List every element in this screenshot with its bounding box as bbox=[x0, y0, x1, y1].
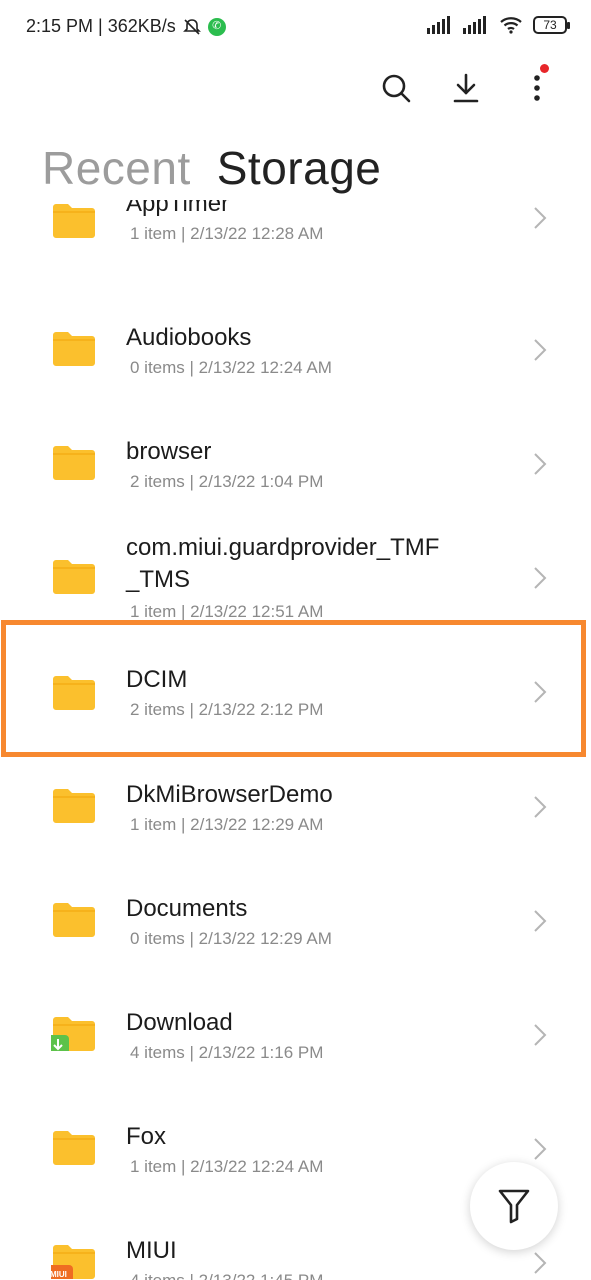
folder-name: com.miui.guardprovider_TMF bbox=[126, 534, 440, 561]
folder-name: Documents bbox=[126, 895, 248, 922]
chevron-right-icon bbox=[534, 681, 547, 703]
folder-meta: 1 item | 2/13/22 12:28 AM bbox=[130, 224, 324, 243]
folder-list: AppTimer 1 item | 2/13/22 12:28 AM Audio… bbox=[0, 200, 591, 1280]
toolbar bbox=[0, 64, 591, 110]
chevron-right-icon bbox=[534, 339, 547, 361]
folder-meta: 0 items | 2/13/22 12:24 AM bbox=[130, 358, 332, 377]
folder-meta: 4 items | 2/13/22 1:16 PM bbox=[130, 1043, 324, 1062]
chevron-right-icon bbox=[534, 567, 547, 589]
chevron-right-icon bbox=[534, 910, 547, 932]
folder-meta: 4 items | 2/13/22 1:45 PM bbox=[130, 1271, 323, 1280]
filter-button[interactable] bbox=[470, 1162, 558, 1250]
list-item[interactable]: Download 4 items | 2/13/22 1:16 PM bbox=[0, 979, 591, 1093]
list-item[interactable]: DkMiBrowserDemo 1 item | 2/13/22 12:29 A… bbox=[0, 751, 591, 865]
folder-icon bbox=[53, 446, 95, 480]
whatsapp-icon: ✆ bbox=[207, 17, 226, 36]
folder-icon bbox=[53, 676, 95, 710]
download-button[interactable] bbox=[446, 68, 486, 108]
tab-recent[interactable]: Recent bbox=[42, 140, 191, 196]
folder-name: Download bbox=[126, 1009, 233, 1036]
folder-name-line2: _TMS bbox=[126, 566, 191, 593]
list-item[interactable]: DCIM 2 items | 2/13/22 2:12 PM bbox=[0, 636, 591, 750]
list-item[interactable]: browser 2 items | 2/13/22 1:04 PM bbox=[0, 408, 591, 522]
status-left: 2:15 PM | 362KB/s ✆ bbox=[26, 16, 226, 37]
wifi-icon bbox=[500, 17, 522, 34]
chevron-right-icon bbox=[534, 1138, 547, 1160]
search-icon bbox=[382, 74, 411, 103]
chevron-right-icon bbox=[534, 207, 547, 229]
folder-download-icon bbox=[51, 1017, 95, 1051]
folder-icon bbox=[53, 903, 95, 937]
list-item[interactable]: Audiobooks 0 items | 2/13/22 12:24 AM bbox=[0, 294, 591, 408]
tab-bar: Recent Storage bbox=[42, 140, 381, 196]
filter-icon bbox=[498, 1189, 530, 1224]
list-item[interactable]: AppTimer 1 item | 2/13/22 12:28 AM bbox=[0, 200, 591, 294]
folder-meta: 1 item | 2/13/22 12:29 AM bbox=[130, 815, 324, 834]
folder-name: browser bbox=[126, 438, 212, 465]
status-bar: 2:15 PM | 362KB/s ✆ 73 bbox=[0, 0, 591, 56]
folder-icon bbox=[53, 204, 95, 238]
folder-meta: 2 items | 2/13/22 1:04 PM bbox=[130, 472, 324, 491]
status-right: 73 bbox=[427, 16, 570, 34]
chevron-right-icon bbox=[534, 796, 547, 818]
battery-indicator: 73 bbox=[533, 16, 570, 34]
folder-meta: 1 item | 2/13/22 12:51 AM bbox=[130, 602, 324, 621]
chevron-right-icon bbox=[534, 1252, 547, 1274]
list-item[interactable]: com.miui.guardprovider_TMF _TMS 1 item |… bbox=[0, 522, 591, 640]
list-item[interactable]: Documents 0 items | 2/13/22 12:29 AM bbox=[0, 865, 591, 979]
chevron-right-icon bbox=[534, 1024, 547, 1046]
folder-meta: 1 item | 2/13/22 12:24 AM bbox=[130, 1157, 324, 1176]
more-vertical-icon bbox=[534, 75, 540, 101]
folder-meta: 2 items | 2/13/22 2:12 PM bbox=[130, 700, 324, 719]
folder-icon bbox=[53, 332, 95, 366]
notification-dot bbox=[540, 64, 549, 73]
folder-name: DCIM bbox=[126, 666, 188, 693]
signal-icon bbox=[427, 16, 450, 34]
search-button[interactable] bbox=[376, 68, 416, 108]
status-time-speed: 2:15 PM | 362KB/s bbox=[26, 16, 176, 36]
folder-name: AppTimer bbox=[126, 200, 230, 217]
folder-meta: 0 items | 2/13/22 12:29 AM bbox=[130, 929, 332, 948]
chevron-right-icon bbox=[534, 453, 547, 475]
download-icon bbox=[453, 73, 479, 103]
folder-name: Audiobooks bbox=[126, 324, 252, 351]
mute-bell-icon bbox=[182, 18, 201, 35]
folder-name: Fox bbox=[126, 1123, 167, 1150]
folder-icon bbox=[53, 560, 95, 594]
folder-icon bbox=[53, 1131, 95, 1165]
folder-icon bbox=[53, 789, 95, 823]
folder-name: DkMiBrowserDemo bbox=[126, 781, 333, 808]
signal-icon-2 bbox=[463, 16, 486, 34]
tab-storage[interactable]: Storage bbox=[217, 140, 382, 196]
miui-badge: MIUI bbox=[50, 1270, 67, 1279]
more-options-button[interactable] bbox=[517, 64, 557, 108]
folder-name: MIUI bbox=[126, 1237, 177, 1264]
